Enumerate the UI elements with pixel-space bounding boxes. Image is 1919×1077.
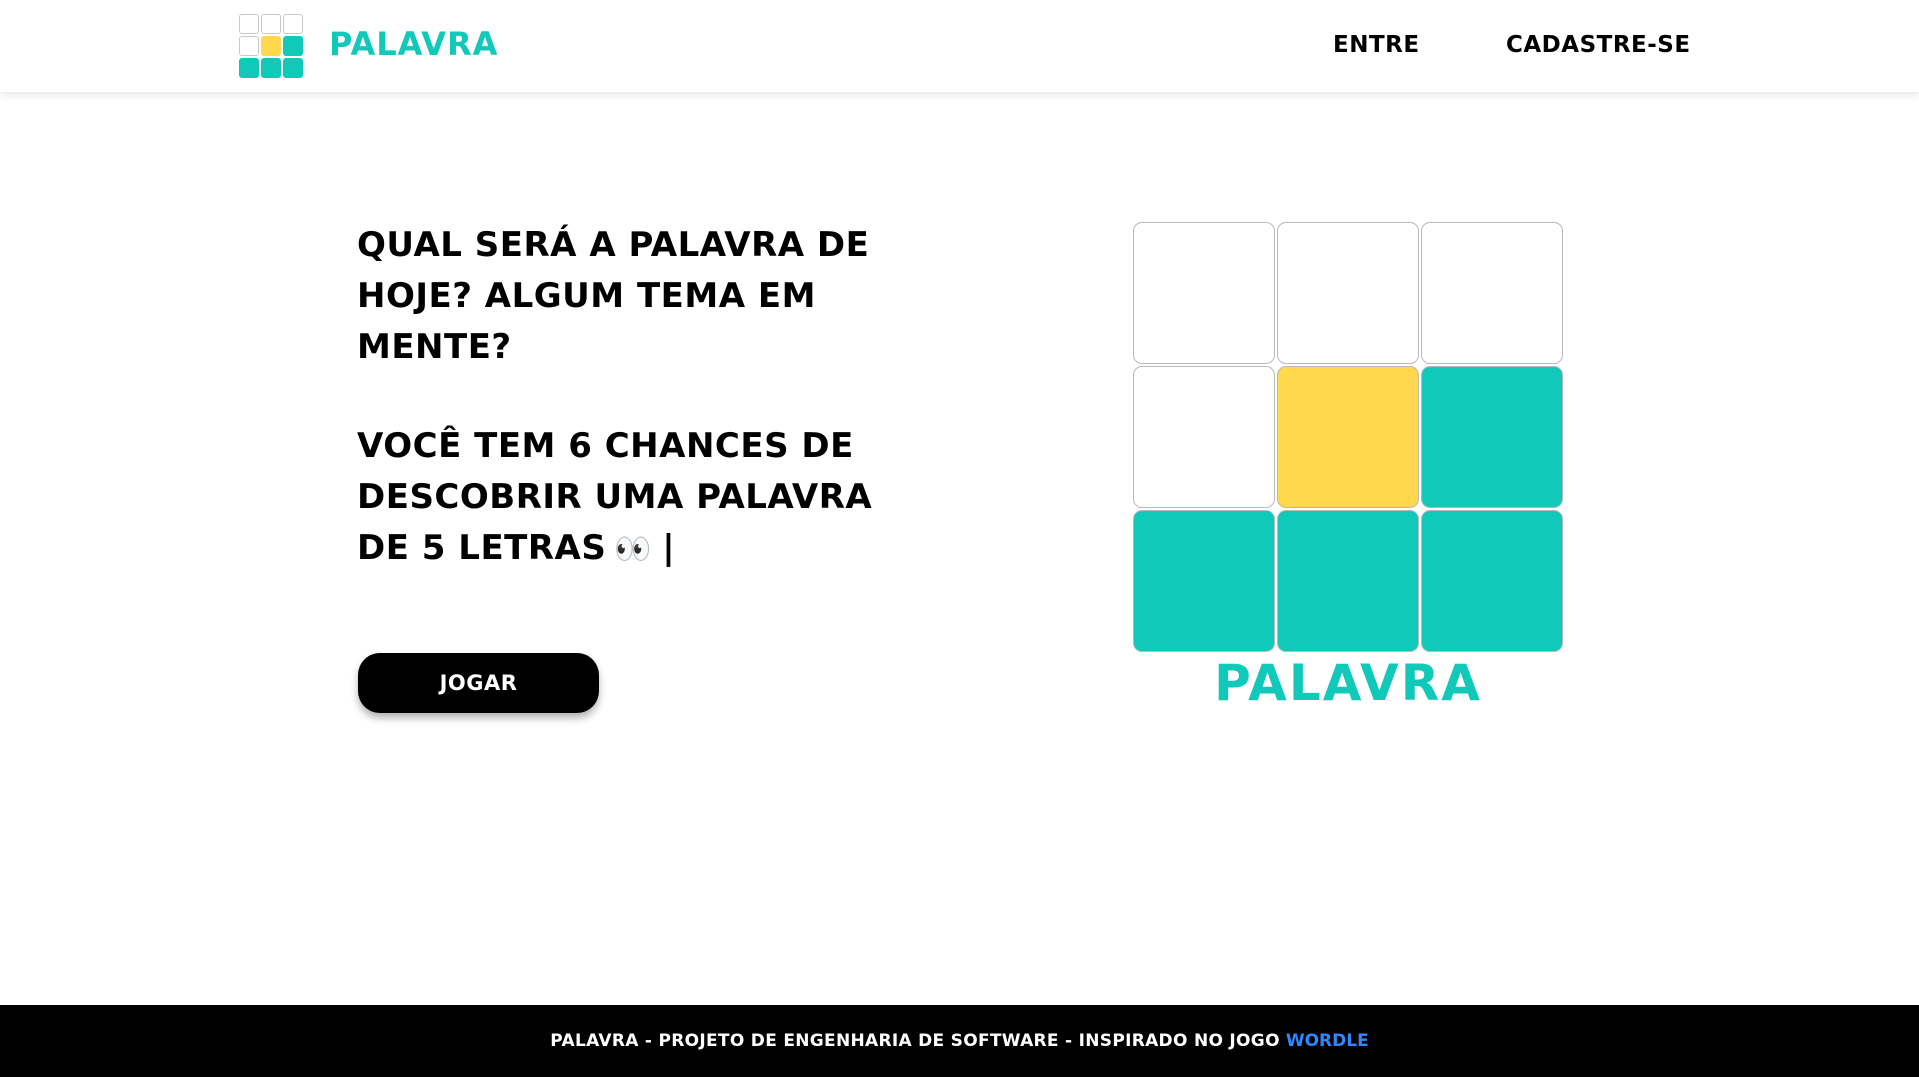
tile-grid-illustration — [1133, 222, 1563, 652]
logo-tile — [283, 14, 303, 34]
logo-tile — [283, 58, 303, 78]
signup-link[interactable]: CADASTRE-SE — [1506, 32, 1691, 58]
hero-subtitle: VOCÊ TEM 6 CHANCES DE DESCOBRIR UMA PALA… — [357, 421, 897, 575]
grid-tile — [1277, 366, 1419, 508]
logo-tile — [239, 58, 259, 78]
play-button[interactable]: JOGAR — [358, 653, 599, 713]
logo-tile — [239, 36, 259, 56]
typing-cursor: | — [662, 528, 676, 568]
logo-tile — [239, 14, 259, 34]
grid-tile — [1133, 366, 1275, 508]
wordle-link[interactable]: WORDLE — [1286, 1031, 1369, 1051]
logo-text[interactable]: PALAVRA — [329, 25, 498, 63]
logo-grid-icon[interactable] — [239, 14, 303, 78]
logo-tile — [261, 58, 281, 78]
top-navbar: PALAVRA ENTRE CADASTRE-SE — [0, 0, 1919, 92]
grid-tile — [1421, 510, 1563, 652]
grid-tile — [1421, 222, 1563, 364]
illustration-word: PALAVRA — [1214, 654, 1482, 712]
footer-text: PALAVRA - PROJETO DE ENGENHARIA DE SOFTW… — [550, 1031, 1280, 1051]
grid-tile — [1277, 222, 1419, 364]
hero-title: QUAL SERÁ A PALAVRA DE HOJE? ALGUM TEMA … — [357, 225, 870, 367]
logo-tile — [283, 36, 303, 56]
eyes-icon: 👀 — [614, 532, 653, 567]
logo-tile — [261, 36, 281, 56]
login-link[interactable]: ENTRE — [1333, 32, 1420, 58]
grid-tile — [1133, 510, 1275, 652]
grid-tile — [1277, 510, 1419, 652]
logo-tile — [261, 14, 281, 34]
grid-tile — [1421, 366, 1563, 508]
grid-tile — [1133, 222, 1275, 364]
footer: PALAVRA - PROJETO DE ENGENHARIA DE SOFTW… — [0, 1005, 1919, 1077]
